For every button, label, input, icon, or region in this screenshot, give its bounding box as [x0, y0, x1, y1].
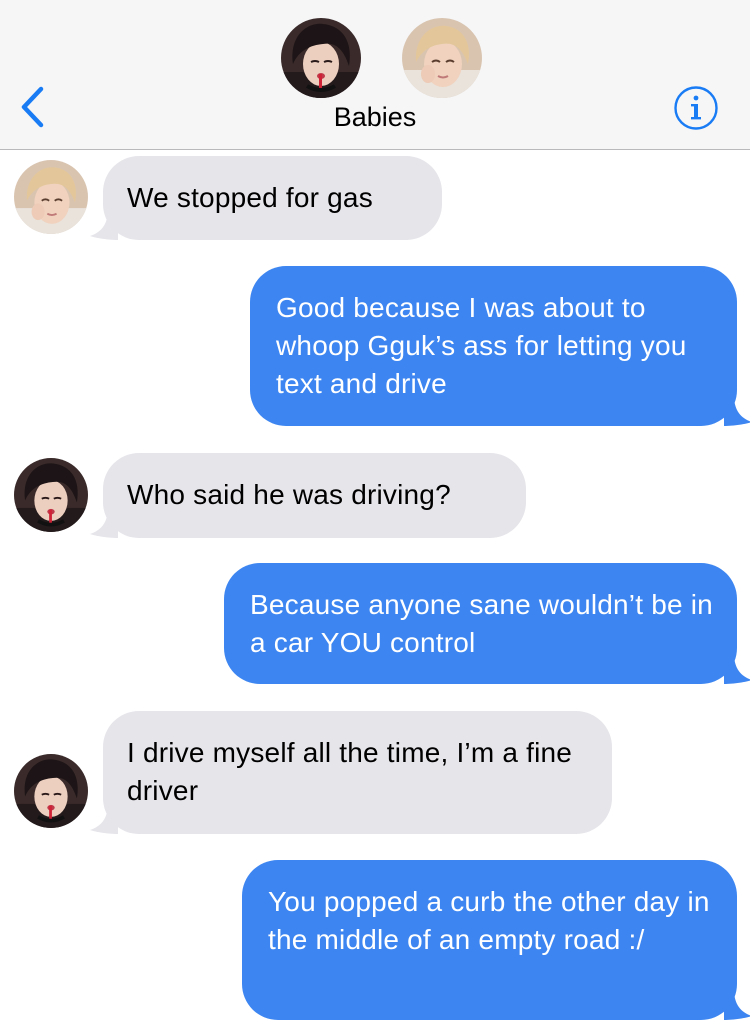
incoming-message-bubble: Who said he was driving?	[103, 453, 526, 538]
group-member-avatar[interactable]	[281, 18, 361, 98]
outgoing-message-bubble: Good because I was about to whoop Gguk’s…	[250, 266, 737, 426]
info-button[interactable]	[673, 85, 719, 131]
message-text: I drive myself all the time, I’m a fine …	[127, 737, 573, 806]
conversation-header: Babies	[0, 0, 750, 150]
message-text: Who said he was driving?	[127, 479, 451, 510]
outgoing-message-bubble: Because anyone sane wouldn’t be in a car…	[224, 563, 737, 684]
sender-avatar[interactable]	[14, 754, 88, 828]
incoming-message-bubble: I drive myself all the time, I’m a fine …	[103, 711, 612, 834]
message-text: We stopped for gas	[127, 182, 373, 213]
group-member-avatar[interactable]	[402, 18, 482, 98]
sender-avatar[interactable]	[14, 160, 88, 234]
message-text: You popped a curb the other day in the m…	[268, 886, 710, 955]
group-name[interactable]: Babies	[0, 102, 750, 133]
outgoing-message-bubble: You popped a curb the other day in the m…	[242, 860, 737, 1020]
message-text: Good because I was about to whoop Gguk’s…	[276, 292, 687, 399]
sender-avatar[interactable]	[14, 458, 88, 532]
info-icon	[674, 86, 718, 130]
incoming-message-bubble: We stopped for gas	[103, 156, 442, 240]
message-text: Because anyone sane wouldn’t be in a car…	[250, 589, 713, 658]
